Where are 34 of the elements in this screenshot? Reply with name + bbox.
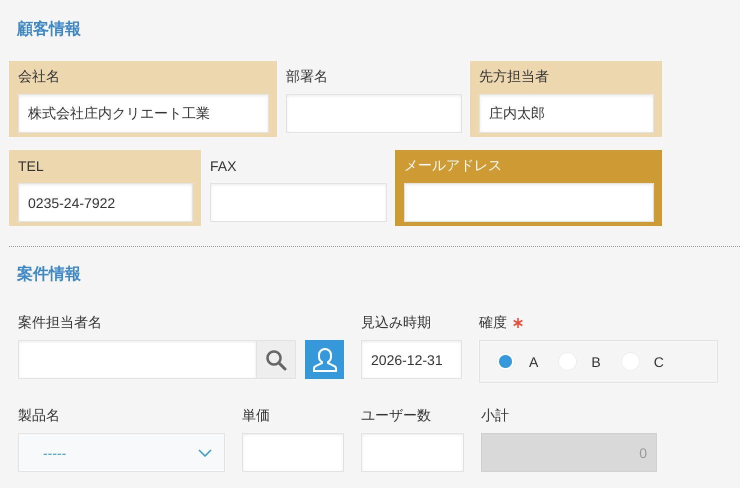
- radio-option[interactable]: A: [496, 352, 538, 371]
- field-label: 小計: [481, 407, 509, 425]
- search-button[interactable]: [257, 340, 296, 379]
- section-title: 案件情報: [17, 264, 82, 285]
- chevron-down-icon: [198, 448, 212, 456]
- search-icon: [265, 348, 287, 370]
- text-field[interactable]: [242, 433, 344, 472]
- field-label: メールアドレス: [404, 157, 502, 175]
- text-field[interactable]: 株式会社庄内クリエート工業: [18, 94, 269, 133]
- text-field[interactable]: 庄内太郎: [479, 94, 654, 133]
- field-label: FAX: [210, 158, 236, 174]
- text-field[interactable]: [361, 433, 464, 472]
- field-label: 先方担当者: [479, 68, 549, 86]
- field-label: 製品名: [18, 407, 60, 425]
- field-label: 見込み時期: [361, 314, 431, 332]
- radio-option[interactable]: C: [620, 352, 664, 371]
- field-label: TEL: [18, 158, 44, 174]
- field-label: ユーザー数: [361, 407, 431, 425]
- user-search-field[interactable]: [18, 340, 257, 379]
- field-label: 確度: [479, 314, 507, 332]
- text-field[interactable]: 0235-24-7922: [18, 183, 193, 222]
- field-label: 部署名: [286, 68, 328, 86]
- field-label: 単価: [242, 407, 270, 425]
- field-label: 会社名: [18, 68, 60, 86]
- field-label: 案件担当者名: [18, 314, 102, 332]
- radio-option[interactable]: B: [558, 352, 601, 371]
- radio-button[interactable]: [496, 352, 515, 371]
- text-field[interactable]: [210, 183, 387, 222]
- user-select-button[interactable]: [305, 340, 344, 379]
- user-icon: [312, 346, 338, 372]
- text-field[interactable]: [286, 94, 462, 133]
- section-title: 顧客情報: [17, 19, 82, 40]
- date-field[interactable]: 2026-12-31: [361, 340, 462, 379]
- text-field[interactable]: [404, 183, 654, 222]
